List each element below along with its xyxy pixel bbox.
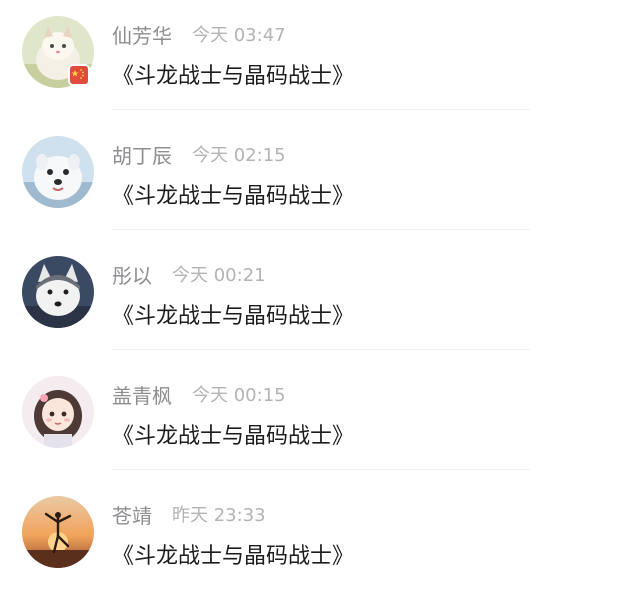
message-meta: 彤以 今天 00:21 <box>112 260 266 288</box>
message-title: 《斗龙战士与晶码战士》 <box>112 304 355 329</box>
message-item[interactable]: 胡丁辰 今天 02:15 《斗龙战士与晶码战士》 <box>0 120 640 240</box>
message-meta: 苍靖 昨天 23:33 <box>112 500 266 528</box>
sender-name: 彤以 <box>112 263 152 288</box>
divider <box>112 109 530 110</box>
message-list: 仙芳华 今天 03:47 《斗龙战士与晶码战士》 胡丁辰 今天 02:15 《斗… <box>0 0 640 600</box>
flag-badge-icon <box>68 64 90 86</box>
divider <box>112 349 530 350</box>
message-title: 《斗龙战士与晶码战士》 <box>112 424 355 449</box>
message-time: 今天 00:21 <box>172 265 266 286</box>
message-item[interactable]: 仙芳华 今天 03:47 《斗龙战士与晶码战士》 <box>0 0 640 120</box>
message-time: 今天 00:15 <box>192 385 286 406</box>
message-meta: 仙芳华 今天 03:47 <box>112 20 286 48</box>
message-item[interactable]: 苍靖 昨天 23:33 《斗龙战士与晶码战士》 <box>0 480 640 600</box>
message-title: 《斗龙战士与晶码战士》 <box>112 184 355 209</box>
divider <box>112 469 530 470</box>
message-title: 《斗龙战士与晶码战士》 <box>112 64 355 89</box>
divider <box>112 229 530 230</box>
message-item[interactable]: 彤以 今天 00:21 《斗龙战士与晶码战士》 <box>0 240 640 360</box>
dancer-sunset-avatar-icon[interactable] <box>22 496 94 568</box>
sender-name: 胡丁辰 <box>112 143 172 168</box>
message-time: 今天 03:47 <box>192 25 286 46</box>
message-title: 《斗龙战士与晶码战士》 <box>112 544 355 569</box>
sender-name: 苍靖 <box>112 503 152 528</box>
sender-name: 仙芳华 <box>112 23 172 48</box>
white-dog-avatar-icon[interactable] <box>22 136 94 208</box>
sender-name: 盖青枫 <box>112 383 172 408</box>
husky-avatar-icon[interactable] <box>22 256 94 328</box>
message-item[interactable]: 盖青枫 今天 00:15 《斗龙战士与晶码战士》 <box>0 360 640 480</box>
message-time: 今天 02:15 <box>192 145 286 166</box>
message-meta: 盖青枫 今天 00:15 <box>112 380 286 408</box>
message-meta: 胡丁辰 今天 02:15 <box>112 140 286 168</box>
message-time: 昨天 23:33 <box>172 505 266 526</box>
girl-avatar-icon[interactable] <box>22 376 94 448</box>
